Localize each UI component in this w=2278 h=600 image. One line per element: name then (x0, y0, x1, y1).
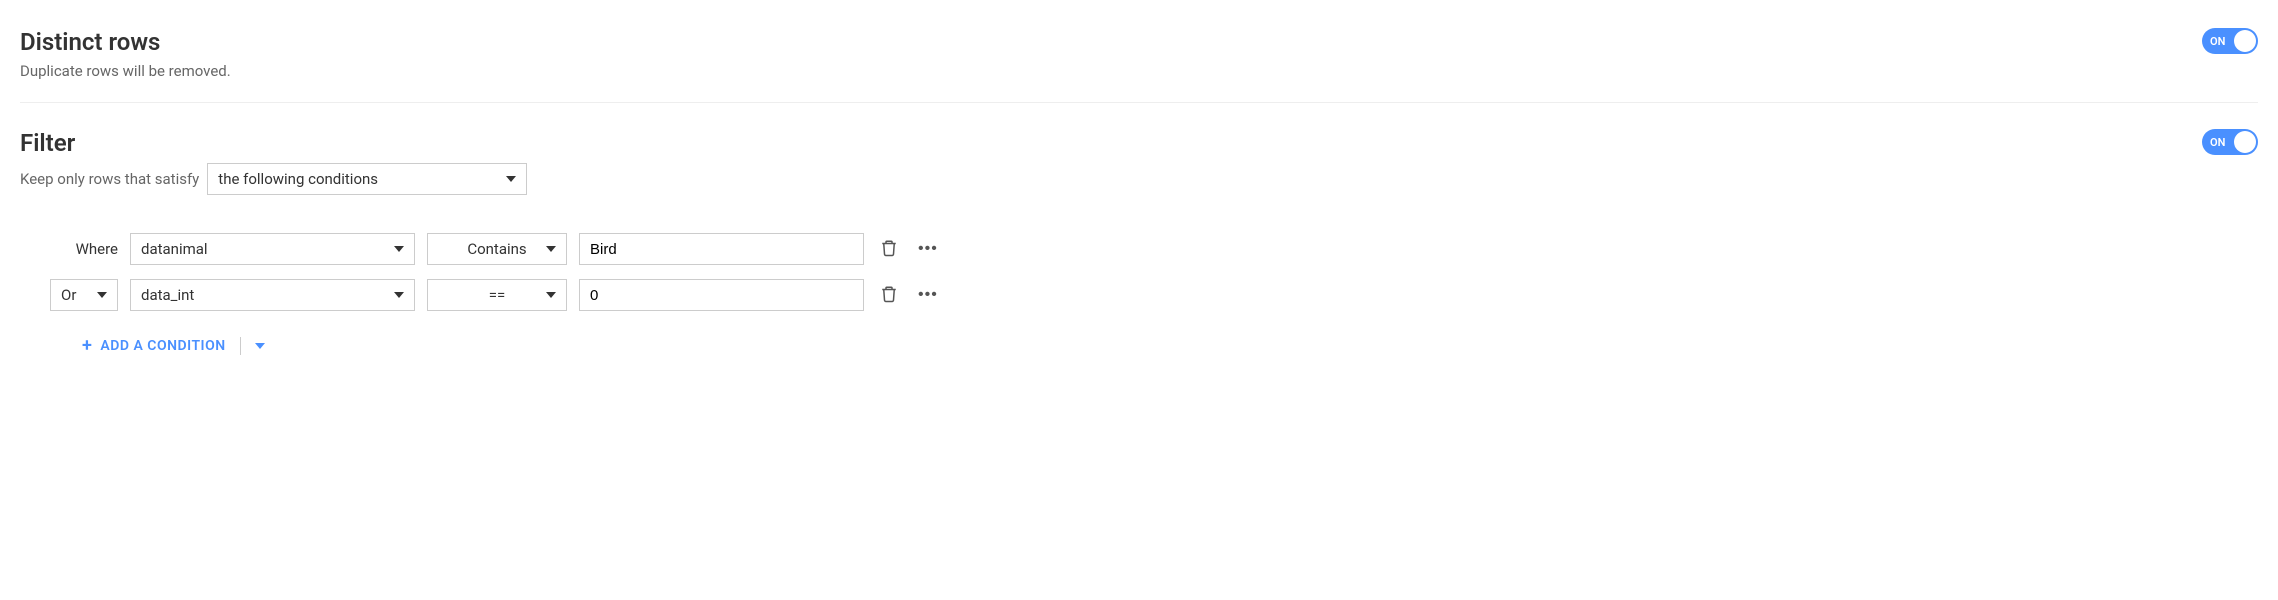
condition-junction-select[interactable]: Or (50, 279, 118, 311)
condition-value-input[interactable] (579, 279, 864, 311)
condition-prefix: Where (50, 240, 118, 258)
caret-down-icon (394, 246, 404, 252)
filter-description-prefix: Keep only rows that satisfy (20, 170, 199, 188)
caret-down-icon (506, 176, 516, 182)
toggle-knob (2234, 131, 2256, 153)
condition-operator-select[interactable]: == (427, 279, 567, 311)
more-icon: ••• (918, 286, 938, 304)
condition-column-select[interactable]: data_int (130, 279, 415, 311)
distinct-rows-description: Duplicate rows will be removed. (20, 62, 2202, 80)
condition-junction-value: Or (61, 286, 76, 304)
condition-more-button[interactable]: ••• (914, 282, 942, 308)
distinct-rows-section: Distinct rows Duplicate rows will be rem… (20, 20, 2258, 88)
filter-section: Filter Keep only rows that satisfy the f… (20, 121, 2258, 203)
vertical-divider (240, 337, 241, 355)
caret-down-icon (394, 292, 404, 298)
condition-prefix: Or (50, 279, 118, 311)
caret-down-icon (97, 292, 107, 298)
add-condition-dropdown[interactable] (255, 343, 265, 349)
trash-icon (880, 285, 898, 306)
condition-operator-select[interactable]: Contains (427, 233, 567, 265)
toggle-on-label: ON (2210, 35, 2225, 48)
toggle-knob (2234, 30, 2256, 52)
condition-column-value: datanimal (141, 240, 208, 258)
add-condition-button[interactable]: + ADD A CONDITION (82, 335, 226, 356)
filter-toggle[interactable]: ON (2202, 129, 2258, 155)
filter-mode-value: the following conditions (218, 170, 378, 188)
condition-column-value: data_int (141, 286, 194, 304)
condition-row: Where datanimal Contains ••• (50, 233, 2258, 265)
condition-more-button[interactable]: ••• (914, 236, 942, 262)
section-divider (20, 102, 2258, 103)
conditions-container: Where datanimal Contains ••• Or (20, 233, 2258, 356)
delete-condition-button[interactable] (876, 235, 902, 264)
delete-condition-button[interactable] (876, 281, 902, 310)
distinct-rows-title: Distinct rows (20, 28, 2202, 56)
add-condition-row: + ADD A CONDITION (50, 335, 2258, 356)
condition-operator-value: Contains (467, 240, 526, 258)
filter-mode-select[interactable]: the following conditions (207, 163, 527, 195)
add-condition-label: ADD A CONDITION (100, 338, 225, 354)
caret-down-icon (546, 246, 556, 252)
filter-header: Filter Keep only rows that satisfy the f… (20, 129, 2202, 195)
distinct-rows-toggle[interactable]: ON (2202, 28, 2258, 54)
caret-down-icon (546, 292, 556, 298)
more-icon: ••• (918, 240, 938, 258)
condition-row: Or data_int == ••• (50, 279, 2258, 311)
condition-operator-value: == (489, 286, 505, 304)
filter-title: Filter (20, 129, 2202, 157)
distinct-rows-header: Distinct rows Duplicate rows will be rem… (20, 28, 2202, 80)
where-label: Where (76, 240, 118, 258)
condition-value-input[interactable] (579, 233, 864, 265)
filter-mode-row: Keep only rows that satisfy the followin… (20, 163, 2202, 195)
condition-column-select[interactable]: datanimal (130, 233, 415, 265)
plus-icon: + (82, 335, 92, 356)
toggle-on-label: ON (2210, 136, 2225, 149)
trash-icon (880, 239, 898, 260)
